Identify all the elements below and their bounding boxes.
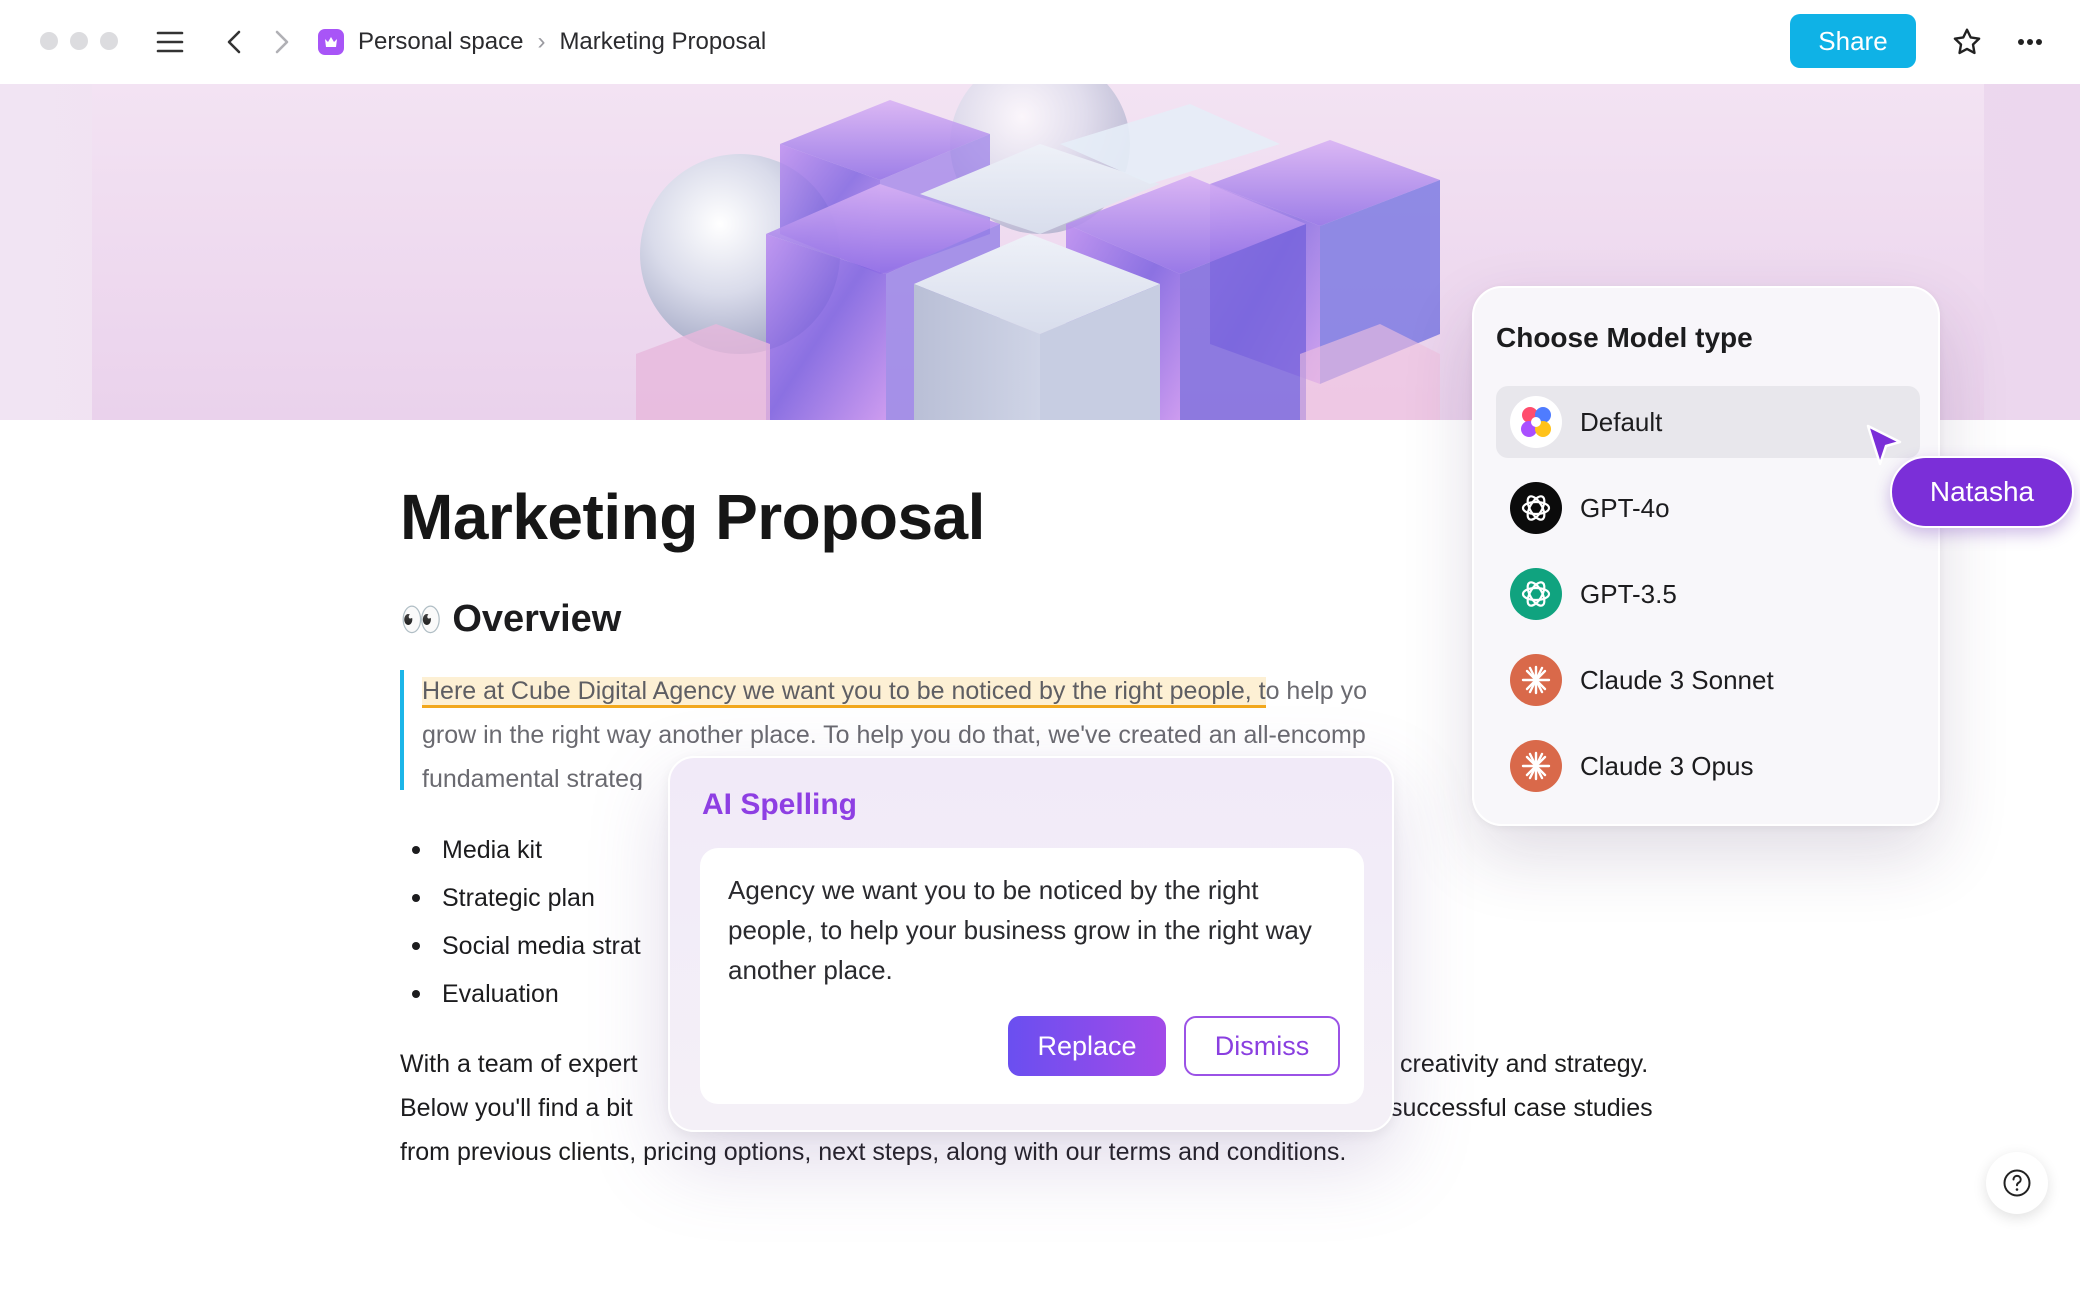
collaborator-tag: Natasha <box>1890 456 2074 528</box>
model-option-gpt-4o[interactable]: GPT-4o <box>1496 472 1920 544</box>
quote-line2: grow in the right way another place. To … <box>422 721 1366 749</box>
help-icon[interactable] <box>1986 1152 2048 1214</box>
bullet-list: Media kit Strategic plan Social media st… <box>412 826 641 1018</box>
model-option-claude-3-sonnet[interactable]: Claude 3 Sonnet <box>1496 644 1920 716</box>
dismiss-button[interactable]: Dismiss <box>1184 1016 1340 1076</box>
list-item[interactable]: Media kit <box>412 826 641 874</box>
list-item[interactable]: Evaluation <box>412 970 641 1018</box>
model-menu-title: Choose Model type <box>1496 322 1753 353</box>
para-line1-right: creativity and strategy. <box>1400 1050 1649 1078</box>
model-label: GPT-3.5 <box>1580 578 1677 609</box>
breadcrumb-page[interactable]: Marketing Proposal <box>559 28 766 56</box>
claude-icon <box>1510 740 1562 792</box>
eyes-emoji-icon: 👀 <box>400 600 443 639</box>
menu-icon[interactable] <box>150 22 190 62</box>
overview-heading-text: Overview <box>452 598 622 640</box>
ai-spelling-title: AI Spelling <box>702 788 858 821</box>
para-line1-left: With a team of expert <box>400 1050 638 1078</box>
ai-suggestion-card: Agency we want you to be noticed by the … <box>700 848 1364 1104</box>
model-label: GPT-4o <box>1580 492 1670 523</box>
share-button[interactable]: Share <box>1790 14 1916 68</box>
model-label: Default <box>1580 406 1663 437</box>
para-line2-right: successful case studies <box>1390 1094 1653 1122</box>
quote-line1-rest: o help yo <box>1265 677 1368 705</box>
model-label: Claude 3 Opus <box>1580 750 1754 781</box>
page-title[interactable]: Marketing Proposal <box>400 480 985 554</box>
personal-space-icon <box>318 29 344 55</box>
list-item[interactable]: Social media strat <box>412 922 641 970</box>
spelling-highlight[interactable]: Here at Cube Digital Agency we want you … <box>422 677 1266 708</box>
back-icon[interactable] <box>214 22 254 62</box>
window-minimize-dot[interactable] <box>70 32 88 50</box>
window-controls <box>40 32 118 50</box>
model-option-gpt-3-5[interactable]: GPT-3.5 <box>1496 558 1920 630</box>
window-close-dot[interactable] <box>40 32 58 50</box>
model-type-menu: Choose Model type Default GPT-4o GPT-3.5 <box>1472 286 1940 826</box>
window-zoom-dot[interactable] <box>100 32 118 50</box>
forward-icon[interactable] <box>262 22 302 62</box>
claude-icon <box>1510 654 1562 706</box>
para-line2-left: Below you'll find a bit <box>400 1094 633 1122</box>
list-item[interactable]: Strategic plan <box>412 874 641 922</box>
more-options-icon[interactable] <box>2010 22 2050 62</box>
model-option-claude-3-opus[interactable]: Claude 3 Opus <box>1496 730 1920 802</box>
openai-icon <box>1510 568 1562 620</box>
breadcrumb: Personal space › Marketing Proposal <box>318 24 766 60</box>
model-label: Claude 3 Sonnet <box>1580 664 1774 695</box>
chevron-right-icon: › <box>537 28 546 55</box>
replace-button[interactable]: Replace <box>1008 1016 1166 1076</box>
overview-heading[interactable]: 👀 Overview <box>400 598 621 641</box>
default-model-icon <box>1510 396 1562 448</box>
collaborator-cursor-icon <box>1866 424 1902 466</box>
model-option-default[interactable]: Default <box>1496 386 1920 458</box>
openai-icon <box>1510 482 1562 534</box>
ai-spelling-popup: AI Spelling Agency we want you to be not… <box>668 756 1394 1132</box>
breadcrumb-space[interactable]: Personal space <box>358 28 523 56</box>
top-bar: Personal space › Marketing Proposal Shar… <box>0 0 2080 84</box>
ai-suggestion-text: Agency we want you to be noticed by the … <box>728 875 1312 985</box>
para-line3: from previous clients, pricing options, … <box>400 1138 1347 1166</box>
star-icon[interactable] <box>1946 22 1988 62</box>
